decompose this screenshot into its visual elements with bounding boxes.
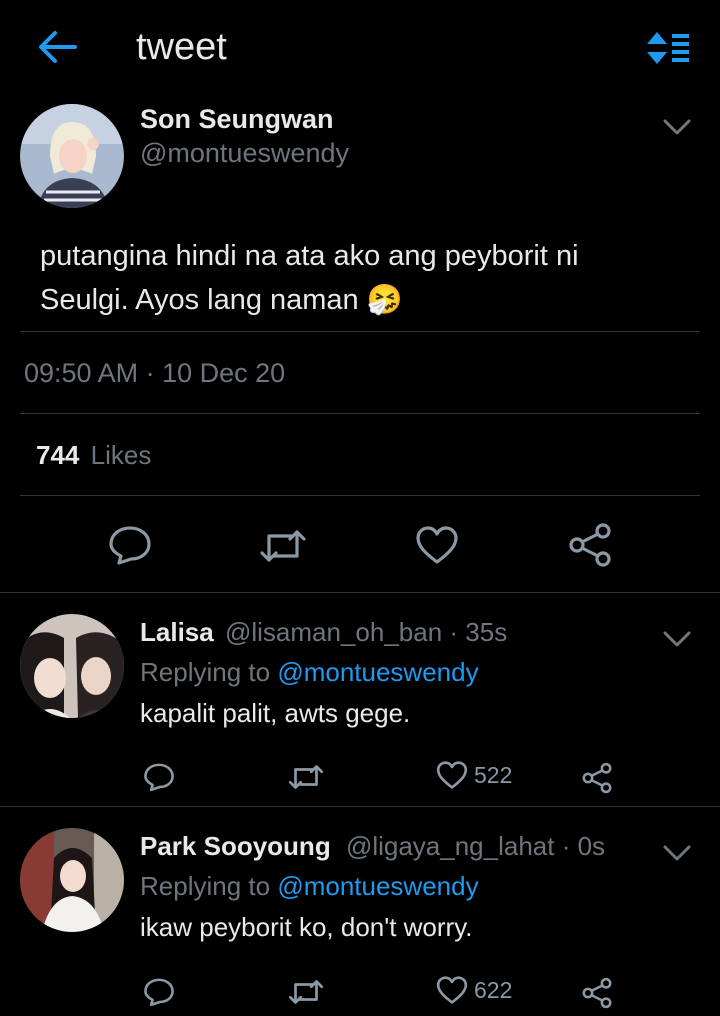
reply-time: · 35s	[449, 617, 508, 647]
reply-avatar[interactable]	[20, 828, 124, 932]
like-icon	[436, 761, 468, 789]
tweet-timestamp: 09:50 AM · 10 Dec 20	[24, 358, 286, 388]
tweet-options-button[interactable]	[662, 116, 692, 138]
replying-to-label: Replying to	[140, 657, 271, 687]
sort-list-icon	[647, 32, 689, 64]
divider	[0, 592, 720, 593]
share-button[interactable]	[566, 520, 614, 570]
tweet-text: putangina hindi na ata ako ang peyborit …	[40, 240, 579, 316]
reply-time: · 0s	[561, 831, 606, 861]
replying-to-label: Replying to	[140, 871, 271, 901]
reply-author-handle[interactable]: @ligaya_ng_lahat	[346, 831, 555, 861]
back-button[interactable]	[36, 28, 78, 66]
divider	[20, 495, 700, 496]
like-icon	[436, 976, 468, 1004]
reply-icon	[144, 978, 174, 1007]
reply-header: Lalisa @lisaman_oh_ban · 35s	[140, 617, 507, 648]
sort-menu-button[interactable]	[645, 30, 691, 66]
reply-like-button[interactable]: 522	[436, 760, 512, 790]
divider	[20, 331, 700, 332]
reply-icon	[144, 763, 174, 792]
chevron-down-icon	[663, 631, 691, 647]
like-icon	[416, 526, 458, 564]
arrow-left-icon	[39, 31, 77, 63]
author-handle[interactable]: @montueswendy	[140, 138, 349, 169]
replying-to-handle-link[interactable]: @montueswendy	[277, 871, 478, 901]
author-name[interactable]: Son Seungwan	[140, 104, 334, 135]
chevron-down-icon	[663, 119, 691, 135]
retweet-button[interactable]	[258, 524, 308, 568]
reply-button[interactable]	[106, 522, 154, 568]
reply-reply-button[interactable]	[142, 760, 176, 794]
replying-to-line: Replying to @montueswendy	[140, 871, 479, 902]
reply-share-button[interactable]	[580, 760, 614, 796]
reply-author-handle[interactable]: @lisaman_oh_ban	[225, 617, 442, 647]
share-icon	[569, 523, 611, 567]
divider	[20, 413, 700, 414]
likes-summary[interactable]: 744 Likes	[36, 440, 151, 471]
likes-label: Likes	[90, 440, 152, 470]
retweet-icon	[288, 980, 324, 1004]
reply-options-button[interactable]	[662, 628, 692, 650]
retweet-icon	[260, 530, 306, 562]
reply-author-name[interactable]: Park Sooyoung	[140, 831, 331, 861]
reply-text: kapalit palit, awts gege.	[140, 698, 411, 728]
reply-author-name[interactable]: Lalisa	[140, 617, 214, 647]
share-icon	[582, 762, 612, 794]
reply-like-count: 622	[474, 976, 513, 1003]
reply-retweet-button[interactable]	[287, 976, 325, 1008]
like-button[interactable]	[414, 522, 460, 568]
replying-to-line: Replying to @montueswendy	[140, 657, 479, 688]
reply-header: Park Sooyoung @ligaya_ng_lahat · 0s	[140, 831, 605, 862]
reply-like-button[interactable]: 622	[436, 975, 512, 1005]
reply-share-button[interactable]	[580, 975, 614, 1011]
likes-count: 744	[36, 440, 80, 470]
reply-reply-button[interactable]	[142, 975, 176, 1009]
reply-icon	[109, 526, 151, 565]
divider	[0, 806, 720, 807]
reply-options-button[interactable]	[662, 842, 692, 864]
page-title: tweet	[136, 26, 227, 68]
reply-avatar[interactable]	[20, 614, 124, 718]
reply-like-count: 522	[474, 761, 513, 788]
retweet-icon	[288, 765, 324, 789]
author-avatar[interactable]	[20, 104, 124, 208]
replying-to-handle-link[interactable]: @montueswendy	[277, 657, 478, 687]
chevron-down-icon	[663, 845, 691, 861]
reply-text: ikaw peyborit ko, don't worry.	[140, 912, 473, 942]
share-icon	[582, 977, 612, 1009]
reply-retweet-button[interactable]	[287, 761, 325, 793]
